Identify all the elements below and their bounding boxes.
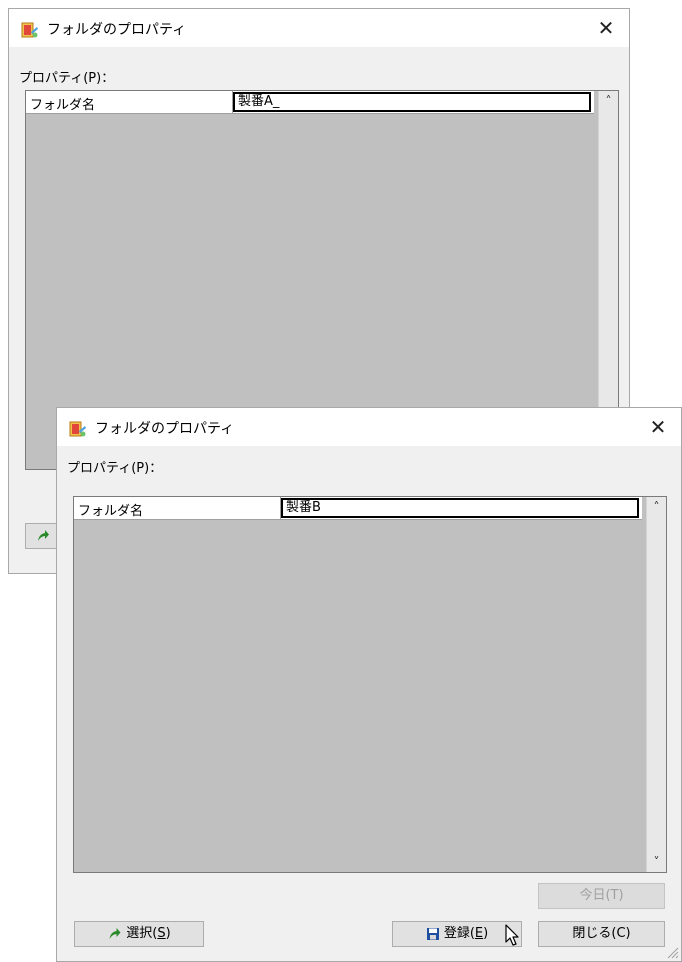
close-dialog-button[interactable]: 閉じる(C) (538, 921, 665, 947)
property-name: フォルダ名 (30, 98, 96, 113)
select-button[interactable]: 選択(S) (74, 921, 204, 947)
property-name: フォルダ名 (78, 504, 144, 519)
property-row-folder-name[interactable]: フォルダ名 製番B (74, 497, 642, 520)
scroll-up-arrow-icon[interactable]: ˄ (647, 497, 666, 517)
resize-grip-icon[interactable] (667, 947, 679, 959)
register-button-accesskey: E (474, 926, 484, 941)
folder-properties-app-icon (21, 22, 38, 38)
property-grid[interactable]: フォルダ名 製番B ˄ ˅ (73, 496, 667, 873)
vertical-scrollbar[interactable]: ˄ ˅ (646, 497, 666, 872)
folder-name-input[interactable]: 製番B (281, 498, 639, 518)
select-button-label-tail: ) (165, 926, 171, 941)
title-bar: フォルダのプロパティ ✕ (9, 9, 629, 47)
mouse-cursor-icon (505, 924, 519, 946)
folder-properties-dialog-front: フォルダのプロパティ ✕ プロパティ(P)： フォルダ名 製番B ˄ ˅ 今日(… (56, 407, 682, 962)
floppy-save-icon (426, 927, 439, 940)
close-icon[interactable]: ✕ (635, 408, 681, 446)
register-button-label-tail: ) (483, 926, 489, 941)
title-bar: フォルダのプロパティ ✕ (57, 408, 681, 446)
select-arrow-icon (38, 529, 49, 541)
property-row-folder-name[interactable]: フォルダ名 製番A_ (26, 91, 594, 114)
properties-label: プロパティ(P)： (67, 461, 163, 476)
dialog-title: フォルダのプロパティ (95, 421, 235, 437)
folder-properties-app-icon (69, 421, 86, 437)
register-button-label: 登録( (443, 926, 475, 941)
scroll-down-arrow-icon[interactable]: ˅ (647, 852, 666, 872)
close-icon[interactable]: ✕ (583, 9, 629, 47)
today-button[interactable]: 今日(T) (538, 883, 665, 909)
scroll-up-arrow-icon[interactable]: ˄ (599, 91, 618, 111)
properties-label: プロパティ(P)： (19, 71, 115, 86)
register-button[interactable]: 登録(E) (392, 921, 522, 947)
select-arrow-icon (109, 927, 121, 939)
select-button-accesskey: S (157, 926, 166, 941)
dialog-title: フォルダのプロパティ (47, 22, 187, 38)
select-button-label: 選択( (126, 926, 158, 941)
folder-name-input[interactable]: 製番A_ (233, 92, 591, 112)
